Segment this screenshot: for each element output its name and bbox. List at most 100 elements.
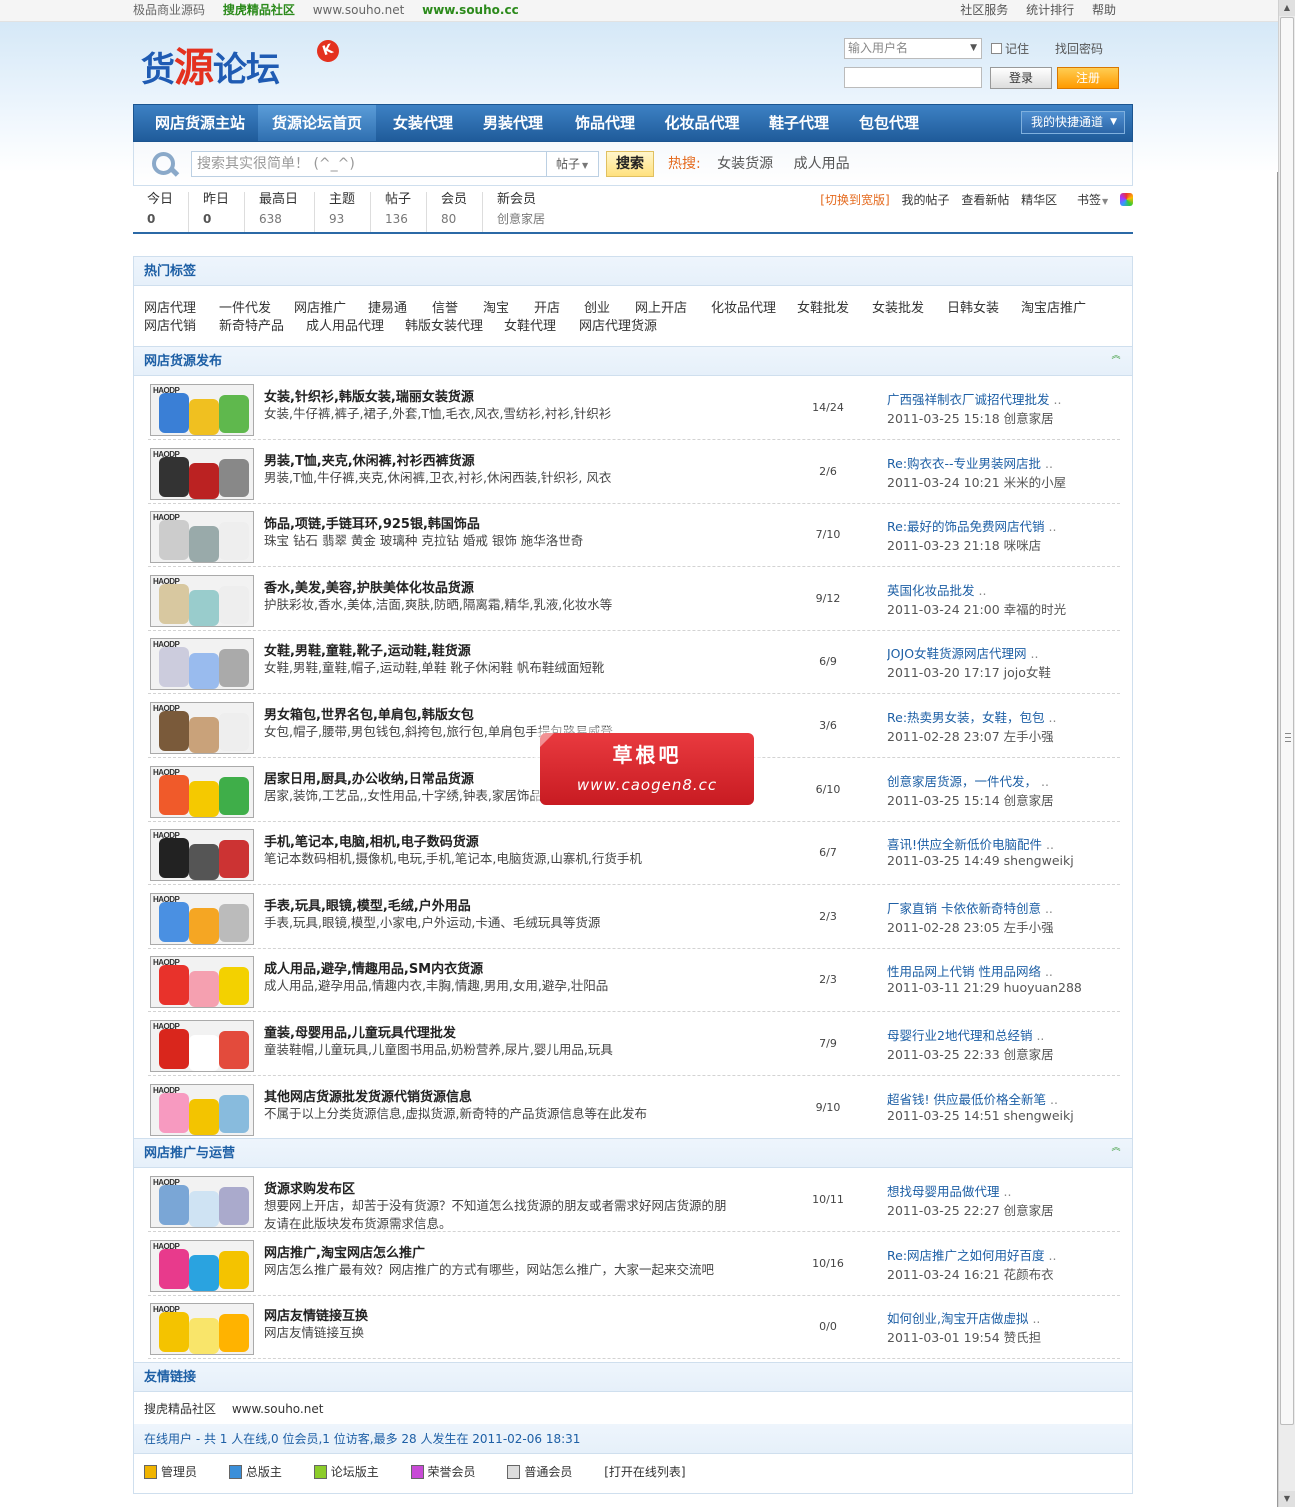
forum-name[interactable]: 居家日用,厨具,办公收纳,日常品货源 [264,768,474,787]
search-type-select[interactable]: 帖子 ▼ [547,151,599,177]
nav-item-main-site[interactable]: 网店货源主站 [142,105,258,141]
forum-name[interactable]: 男装,T恤,夹克,休闲裤,衬衫西裤货源 [264,450,475,469]
forum-thumbnail[interactable]: HAODP [150,1239,254,1292]
forum-name[interactable]: 网店友情链接互换 [264,1305,368,1324]
top-link-help[interactable]: 帮助 [1092,3,1116,17]
digest-link[interactable]: 精华区 [1021,193,1057,207]
tag-link[interactable]: 创业 [584,300,610,318]
tag-link[interactable]: 信誉 [432,300,458,318]
remember-checkbox[interactable]: 记住 [991,40,1029,57]
register-button[interactable]: 注册 [1057,67,1119,89]
search-button[interactable]: 搜索 [606,151,654,177]
tag-link[interactable]: 成人用品代理 [306,318,384,336]
forum-name[interactable]: 手机,笔记本,电脑,相机,电子数码货源 [264,831,479,850]
site-logo[interactable]: 货源论坛 K [141,37,342,96]
scroll-down-icon[interactable]: ▼ [1279,1491,1295,1507]
tag-link[interactable]: 化妆品代理 [711,300,776,318]
forum-thumbnail[interactable]: HAODP [150,384,254,436]
quick-access-button[interactable]: 我的快捷通道 ▼ [1021,111,1125,134]
hot-search-keyword[interactable]: 成人用品 [794,156,850,172]
forum-name[interactable]: 成人用品,避孕,情趣用品,SM内衣货源 [264,958,483,977]
tag-link[interactable]: 淘宝 [483,300,509,318]
top-link-souho[interactable]: 搜虎精品社区 [223,3,295,17]
vertical-scrollbar[interactable]: ▲ ▼ [1278,0,1295,1507]
top-link-souho-cc[interactable]: www.souho.cc [422,3,519,17]
password-input[interactable] [844,67,982,88]
tag-link[interactable]: 网店代理 [144,300,196,318]
section-title[interactable]: 网店货源发布 [144,347,222,377]
last-post-title[interactable]: 超省钱! 供应最低价格全新笔 .. [887,1089,1067,1108]
nav-item-women[interactable]: 女装代理 [382,105,464,141]
search-input[interactable]: 搜索其实很简单！ (^_^) [191,151,547,177]
forum-thumbnail[interactable]: HAODP [150,956,254,1009]
top-link-community-service[interactable]: 社区服务 [960,3,1008,17]
tag-link[interactable]: 韩版女装代理 [405,318,483,336]
forgot-password-link[interactable]: 找回密码 [1055,40,1103,57]
last-post-title[interactable]: 如何创业,淘宝开店做虚拟 .. [887,1308,1067,1327]
forum-thumbnail[interactable]: HAODP [150,702,254,754]
forum-name[interactable]: 货源求购发布区 [264,1178,355,1197]
forum-thumbnail[interactable]: HAODP [150,1176,254,1228]
forum-name[interactable]: 童装,母婴用品,儿童玩具代理批发 [264,1022,456,1041]
last-post-title[interactable]: Re:热卖男女装，女鞋，包包 .. [887,707,1067,726]
friend-link[interactable]: 搜虎精品社区 [144,1402,216,1416]
forum-name[interactable]: 女装,针织衫,韩版女装,瑞丽女装货源 [264,386,474,405]
forum-thumbnail[interactable]: HAODP [150,574,254,627]
forum-name[interactable]: 饰品,项链,手链耳环,925银,韩国饰品 [264,513,480,532]
tag-link[interactable]: 一件代发 [219,300,271,318]
tag-link[interactable]: 日韩女装 [947,300,999,318]
forum-thumbnail[interactable]: HAODP [150,1303,254,1356]
top-link-source[interactable]: 极品商业源码 [133,3,205,17]
friend-link[interactable]: www.souho.net [232,1402,324,1416]
last-post-title[interactable]: 英国化妆品批发 .. [887,580,1067,599]
tag-link[interactable]: 淘宝店推广 [1021,300,1086,318]
nav-item-cosmetics[interactable]: 化妆品代理 [654,105,750,141]
forum-thumbnail[interactable]: HAODP [150,1083,254,1136]
forum-name[interactable]: 手表,玩具,眼镜,模型,毛绒,户外用品 [264,895,471,914]
forum-name[interactable]: 其他网店货源批发货源代销货源信息 [264,1086,472,1105]
nav-item-bags[interactable]: 包包代理 [848,105,930,141]
tag-link[interactable]: 捷易通 [368,300,407,318]
last-post-title[interactable]: Re:最好的饰品免费网店代销 .. [887,516,1067,535]
section-title[interactable]: 网店推广与运营 [144,1139,235,1169]
tag-link[interactable]: 网上开店 [635,300,687,318]
my-posts-link[interactable]: 我的帖子 [901,193,949,207]
new-posts-link[interactable]: 查看新帖 [961,193,1009,207]
tag-link[interactable]: 开店 [534,300,560,318]
forum-thumbnail[interactable]: HAODP [150,1020,254,1072]
collapse-icon[interactable]: ︽ [1110,352,1122,367]
last-post-title[interactable]: 厂家直销 卡依依新奇特创意 .. [887,898,1067,917]
forum-thumbnail[interactable]: HAODP [150,638,254,691]
collapse-icon[interactable]: ︽ [1110,1144,1122,1159]
forum-thumbnail[interactable]: HAODP [150,892,254,945]
tag-link[interactable]: 女鞋批发 [797,300,849,318]
forum-name[interactable]: 香水,美发,美容,护肤美体化妆品货源 [264,577,474,596]
last-post-title[interactable]: 喜讯!供应全新低价电脑配件 .. [887,834,1067,853]
tag-link[interactable]: 网店代销 [144,318,196,336]
forum-thumbnail[interactable]: HAODP [150,447,254,500]
forum-name[interactable]: 男女箱包,世界名包,单肩包,韩版女包 [264,704,474,723]
scrollbar-thumb[interactable] [1280,17,1294,1425]
nav-item-accessories[interactable]: 饰品代理 [564,105,646,141]
last-post-title[interactable]: 母婴行业2地代理和总经销 .. [887,1025,1067,1044]
bookmark-link[interactable]: 书签▼ [1069,193,1108,207]
nav-item-shoes[interactable]: 鞋子代理 [758,105,840,141]
forum-name[interactable]: 网店推广,淘宝网店怎么推广 [264,1242,425,1261]
last-post-title[interactable]: 性用品网上代销 性用品网络 .. [887,961,1067,980]
hot-search-keyword[interactable]: 女装货源 [717,156,773,172]
open-online-list-link[interactable]: [打开在线列表] [604,1465,685,1479]
login-button[interactable]: 登录 [990,67,1052,89]
last-post-title[interactable]: 想找母婴用品做代理 .. [887,1181,1067,1200]
forum-thumbnail[interactable]: HAODP [150,765,254,818]
last-post-title[interactable]: JOJO女鞋货源网店代理网 .. [887,643,1067,662]
last-post-title[interactable]: Re:网店推广之如何用好百度 .. [887,1245,1067,1264]
last-post-title[interactable]: 创意家居货源，一件代发， .. [887,771,1067,790]
scroll-up-icon[interactable]: ▲ [1279,0,1295,16]
forum-name[interactable]: 女鞋,男鞋,童鞋,靴子,运动鞋,鞋货源 [264,640,471,659]
last-post-title[interactable]: 广西强祥制衣厂诚招代理批发 .. [887,389,1067,408]
color-palette-icon[interactable] [1120,193,1133,206]
nav-item-forum-home[interactable]: 货源论坛首页 [258,105,376,141]
tag-link[interactable]: 网店推广 [294,300,346,318]
last-post-title[interactable]: Re:购衣衣--专业男装网店批 .. [887,453,1067,472]
top-link-souho-net[interactable]: www.souho.net [313,3,405,17]
